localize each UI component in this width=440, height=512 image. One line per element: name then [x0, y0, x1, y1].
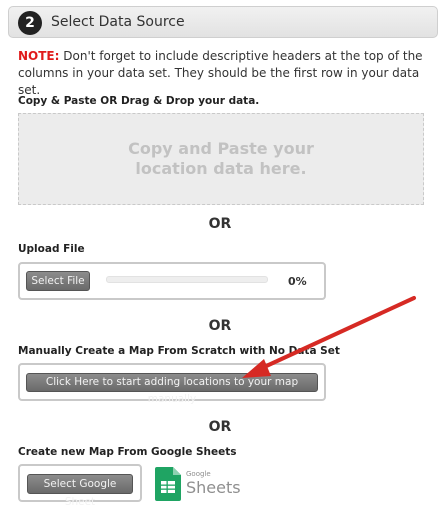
note-text: NOTE: Don't forget to include descriptiv… — [18, 48, 428, 99]
or-divider-2: OR — [208, 318, 232, 334]
step-title: Select Data Source — [51, 14, 185, 30]
select-google-sheet-button[interactable]: Select Google Sheet — [27, 474, 133, 508]
sheets-wordmark: Sheets — [186, 478, 241, 497]
manual-create-button[interactable]: Click Here to start adding locations to … — [26, 373, 318, 405]
upload-progress-bar — [106, 276, 268, 283]
google-label: Create new Map From Google Sheets — [18, 446, 237, 458]
paste-drop-area[interactable]: Copy and Paste your location data here. — [18, 113, 424, 205]
or-divider-1: OR — [208, 216, 232, 232]
google-wordmark: Google — [186, 470, 211, 478]
step-number-badge: 2 — [18, 11, 42, 35]
note-body: Don't forget to include descriptive head… — [18, 49, 423, 97]
google-sheets-icon — [155, 467, 181, 501]
select-file-button[interactable]: Select File — [26, 271, 90, 291]
or-divider-3: OR — [208, 419, 232, 435]
paste-label: Copy & Paste OR Drag & Drop your data. — [18, 95, 260, 107]
note-prefix: NOTE: — [18, 49, 60, 63]
paste-placeholder: Copy and Paste your location data here. — [128, 139, 314, 178]
upload-progress-percent: 0% — [288, 275, 307, 288]
manual-box: Click Here to start adding locations to … — [18, 363, 326, 405]
google-box: Select Google Sheet — [18, 464, 142, 508]
step-header: 2 Select Data Source — [8, 6, 438, 38]
upload-label: Upload File — [18, 243, 85, 255]
manual-label: Manually Create a Map From Scratch with … — [18, 345, 340, 357]
